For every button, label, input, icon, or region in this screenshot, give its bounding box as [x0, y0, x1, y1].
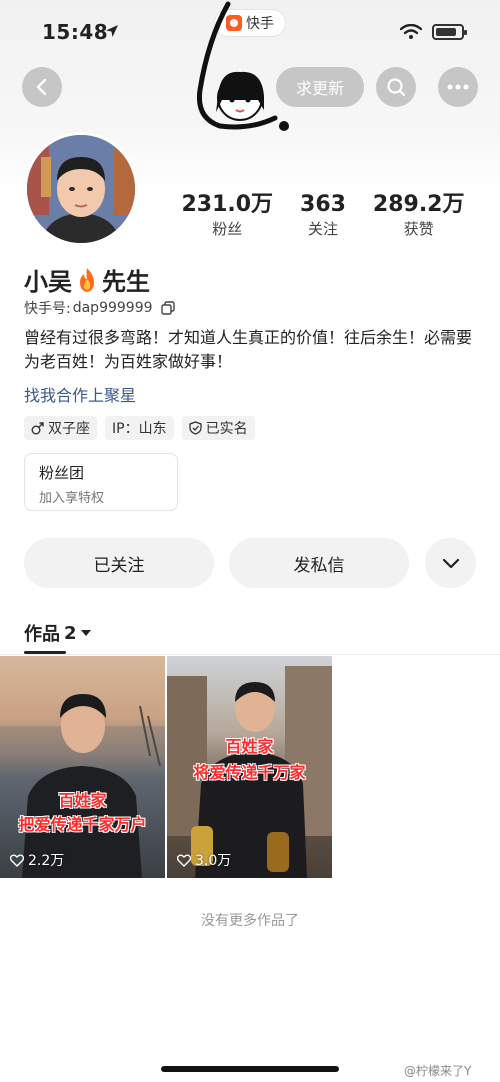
fire-icon: [80, 267, 94, 292]
male-icon: [31, 421, 44, 434]
profile-name-part2: 先生: [102, 268, 150, 296]
video-likes-count: 2.2万: [28, 853, 65, 869]
followers-label: 粉丝: [212, 220, 243, 238]
profile-name-part1: 小吴: [24, 268, 72, 296]
status-time: 15:48: [42, 20, 109, 44]
more-options-button[interactable]: [438, 67, 478, 107]
fan-club-card[interactable]: 粉丝团 加入享特权: [24, 453, 178, 511]
expand-recommendations-button[interactable]: [425, 538, 476, 588]
tab-works-indicator: [24, 651, 66, 654]
following-label: 关注: [307, 220, 338, 238]
video-likes-count: 3.0万: [195, 853, 232, 869]
video-grid: 百姓家 把爱传递千家万户 2.2万 百姓家 将爱传递千万家 3.0万: [0, 656, 500, 878]
video-caption-line1: 百姓家: [58, 791, 107, 810]
shield-check-icon: [188, 421, 202, 435]
home-indicator[interactable]: [161, 1066, 339, 1072]
following-stat[interactable]: 363 关注: [300, 192, 346, 246]
request-update-button[interactable]: 求更新: [276, 67, 364, 107]
tag-ip: IP：山东: [105, 416, 174, 440]
doodle-sticker: [196, 1, 289, 131]
kuaishou-id-value: dap999999: [72, 300, 153, 316]
video-caption-line2: 将爱传递千万家: [193, 763, 306, 782]
avatar[interactable]: [24, 132, 138, 246]
avatar-portrait: [27, 135, 135, 243]
no-more-works-text: 没有更多作品了: [201, 913, 299, 929]
back-button[interactable]: [22, 67, 62, 107]
profile-name: 小吴 先生: [24, 262, 150, 297]
search-icon: [387, 78, 406, 97]
content-tab-bar: 作品 2: [0, 610, 500, 655]
tag-verified-label: 已实名: [205, 421, 248, 437]
video-tile[interactable]: 百姓家 将爱传递千万家 3.0万: [167, 656, 332, 878]
kuaishou-id-label: 快手号:: [24, 301, 71, 317]
video-caption-line2: 把爱传递千家万户: [18, 815, 147, 834]
wifi-icon: [400, 24, 422, 39]
tag-zodiac-label: 双子座: [48, 421, 90, 437]
tab-works[interactable]: 作品 2: [24, 620, 91, 646]
followers-stat[interactable]: 231.0万 粉丝: [181, 192, 273, 246]
followed-button[interactable]: 已关注: [24, 538, 214, 588]
following-count: 363: [300, 192, 346, 217]
tag-ip-label: IP：山东: [112, 421, 167, 437]
fan-club-subtitle: 加入享特权: [39, 491, 105, 506]
followers-count: 231.0万: [181, 192, 274, 217]
tag-zodiac: 双子座: [24, 416, 97, 440]
battery-icon: [432, 24, 467, 40]
search-button[interactable]: [376, 67, 416, 107]
location-arrow-icon: [106, 25, 118, 37]
likes-count: 289.2万: [372, 192, 465, 217]
video-thumbnail: [0, 694, 165, 878]
tab-works-label: 作品: [24, 624, 60, 645]
cooperation-link[interactable]: 找我合作上聚星: [24, 382, 136, 406]
video-tile[interactable]: 百姓家 把爱传递千家万户 2.2万: [0, 656, 165, 878]
likes-label: 获赞: [403, 220, 434, 238]
profile-bio: 曾经有过很多弯路！才知道人生真正的价值！往后余生！必需要为老百姓！为百姓家做好事…: [24, 328, 473, 371]
profile-stats: 231.0万 粉丝 363 关注 289.2万 获赞: [168, 192, 478, 246]
heart-icon: [177, 854, 191, 867]
video-likes: 2.2万: [10, 850, 64, 870]
caret-down-icon: [80, 630, 91, 636]
chevron-down-icon: [442, 558, 459, 569]
video-caption-line1: 百姓家: [225, 737, 274, 756]
tag-verified: 已实名: [181, 416, 255, 440]
fan-club-title: 粉丝团: [39, 464, 85, 482]
profile-tags: 双子座 IP：山东 已实名: [24, 416, 255, 440]
tab-works-count: 2: [64, 622, 77, 644]
video-likes: 3.0万: [177, 850, 231, 870]
more-icon: [447, 84, 469, 90]
kuaishou-id-row[interactable]: 快手号: dap999999: [24, 298, 175, 318]
copy-icon[interactable]: [160, 301, 175, 315]
watermark-text: @柠檬来了Y: [404, 1064, 472, 1078]
likes-stat[interactable]: 289.2万 获赞: [373, 192, 465, 246]
back-arrow-icon: [36, 78, 47, 96]
send-message-button[interactable]: 发私信: [229, 538, 409, 588]
heart-icon: [10, 854, 24, 867]
